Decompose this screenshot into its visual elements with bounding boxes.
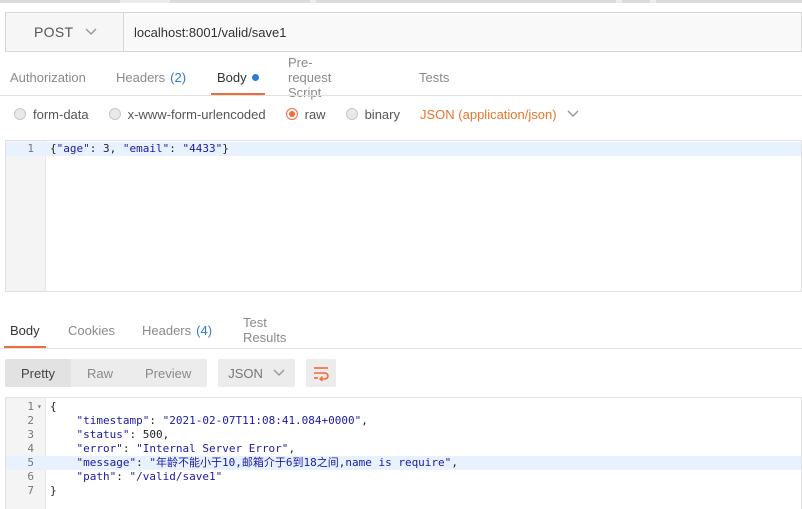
view-mode-group: Pretty Raw Preview — [5, 359, 208, 387]
code-text: {"age": 3, "email": "4433"} — [50, 142, 229, 155]
line-number: 6 — [27, 470, 34, 483]
chevron-down-icon — [85, 28, 97, 36]
view-pretty-button[interactable]: Pretty — [5, 359, 71, 387]
view-raw-button[interactable]: Raw — [71, 359, 129, 387]
code-line: 6 "path": "/valid/save1" — [6, 470, 801, 484]
request-body-editor[interactable]: 1 {"age": 3, "email": "4433"} — [5, 140, 802, 292]
code-text: "path": "/valid/save1" — [76, 470, 223, 483]
chevron-down-icon — [273, 369, 285, 377]
line-number: 2 — [27, 414, 34, 427]
tab-label: Body — [217, 69, 247, 85]
format-selector[interactable]: JSON — [218, 359, 295, 387]
line-number: 1 — [27, 142, 34, 155]
line-number: 3 — [27, 428, 34, 441]
code-line: 1 {"age": 3, "email": "4433"} — [6, 142, 801, 156]
line-number: 5 — [27, 456, 34, 469]
code-text: "message": "年龄不能小于10,邮箱介于6到18之间,name is … — [76, 456, 458, 469]
radio-button[interactable] — [14, 108, 26, 120]
tab-count-badge: (4) — [196, 322, 213, 338]
body-type-options: form-data x-www-form-urlencoded raw binary J… — [14, 102, 579, 126]
response-body-viewer[interactable]: 1 ▾ {2 "timestamp": "2021-02-07T11:08:41.0… — [5, 397, 802, 509]
tab-label: Pre-request Script — [288, 54, 332, 100]
view-preview-button[interactable]: Preview — [129, 359, 207, 387]
body-type-binary[interactable]: binary — [345, 106, 400, 122]
url-text: localhost:8001/valid/save1 — [134, 24, 287, 40]
body-type-form-data[interactable]: form-data — [14, 107, 89, 122]
code-text: "error": "Internal Server Error", — [76, 442, 296, 455]
wrap-lines-icon — [313, 367, 329, 381]
code-line: 1 ▾ { — [6, 400, 801, 414]
request-tab-body[interactable]: Body — [207, 58, 269, 96]
content-type-selector[interactable]: JSON (application/json) — [420, 107, 579, 122]
request-tab-tests[interactable]: Tests — [409, 58, 459, 96]
response-toolbar: Pretty Raw Preview JSON — [5, 359, 336, 387]
tab-label: Cookies — [68, 322, 115, 338]
code-line: 5 "message": "年龄不能小于10,邮箱介于6到18之间,name i… — [6, 456, 801, 470]
chevron-down-icon — [567, 110, 579, 118]
format-label: JSON — [228, 365, 263, 381]
line-number: 1 — [27, 400, 34, 413]
line-number: 7 — [27, 484, 34, 497]
body-type-raw[interactable]: raw — [285, 106, 326, 122]
method-selector[interactable]: POST — [6, 13, 124, 51]
radio-button[interactable] — [345, 108, 358, 120]
line-number: 4 — [27, 442, 34, 455]
modified-dot-icon — [251, 73, 259, 81]
url-input[interactable]: localhost:8001/valid/save1 — [124, 13, 801, 51]
radio-button[interactable] — [108, 108, 121, 120]
code-line: 4 "error": "Internal Server Error", — [6, 442, 801, 456]
window-top-strip — [0, 0, 802, 3]
code-text: { — [50, 400, 57, 413]
tab-label: Headers — [116, 69, 166, 85]
tab-label: Body — [10, 322, 40, 338]
fold-toggle-icon[interactable]: ▾ — [37, 400, 42, 414]
radio-button[interactable] — [285, 108, 298, 120]
request-tab-headers[interactable]: Headers (2) — [106, 58, 196, 96]
response-tab-cookies[interactable]: Cookies — [58, 311, 125, 349]
response-tab-headers[interactable]: Headers (4) — [132, 311, 222, 349]
body-type-x-www-form-urlencoded[interactable]: x-www-form-urlencoded — [108, 106, 266, 122]
code-text: "status": 500, — [76, 428, 170, 441]
code-line: 3 "status": 500, — [6, 428, 801, 442]
line-gutter — [6, 141, 46, 291]
tab-label: Authorization — [10, 69, 86, 85]
code-line: 2 "timestamp": "2021-02-07T11:08:41.084+… — [6, 414, 801, 428]
response-tabs-divider — [0, 348, 802, 349]
radio-label: binary — [364, 106, 400, 122]
request-tabs-divider — [0, 95, 802, 96]
request-tab-pre-request-script[interactable]: Pre-request Script — [278, 55, 341, 100]
tab-label: Test Results — [243, 315, 287, 345]
code-text: "timestamp": "2021-02-07T11:08:41.084+00… — [76, 414, 368, 427]
method-label: POST — [34, 24, 74, 40]
radio-label: form-data — [33, 106, 89, 122]
code-line: 7} — [6, 484, 801, 498]
response-tab-body[interactable]: Body — [0, 311, 50, 349]
request-tab-authorization[interactable]: Authorization — [0, 58, 96, 96]
request-bar: POST localhost:8001/valid/save1 — [5, 12, 802, 52]
tab-label: Tests — [419, 69, 450, 85]
wrap-lines-button[interactable] — [305, 359, 336, 387]
response-tab-test-results[interactable]: Test Results — [233, 311, 296, 349]
content-type-label: JSON (application/json) — [420, 106, 557, 122]
radio-label: x-www-form-urlencoded — [127, 106, 266, 122]
tab-count-badge: (2) — [170, 69, 187, 85]
radio-label: raw — [304, 106, 326, 122]
tab-label: Headers — [142, 322, 192, 338]
code-text: } — [50, 484, 57, 497]
